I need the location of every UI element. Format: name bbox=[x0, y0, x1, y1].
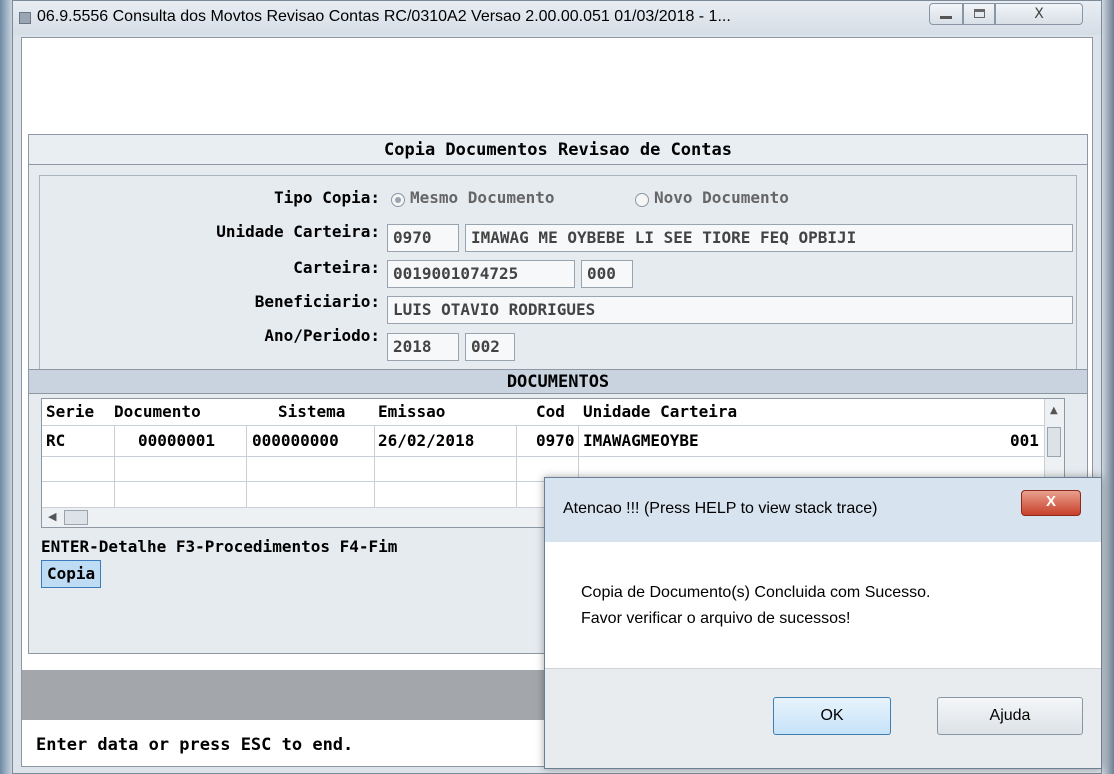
alert-dialog: Atencao !!! (Press HELP to view stack tr… bbox=[544, 477, 1102, 769]
copia-button[interactable]: Copia bbox=[41, 560, 102, 588]
desktop-background-left bbox=[0, 0, 12, 774]
dialog-close-button[interactable]: X bbox=[1021, 490, 1081, 516]
app-icon bbox=[19, 12, 31, 24]
cell-sistema: 000000000 bbox=[252, 431, 339, 450]
cell-extra: 001 bbox=[1010, 431, 1039, 450]
frame-title: Copia Documentos Revisao de Contas bbox=[29, 135, 1087, 165]
dialog-title-bar: Atencao !!! (Press HELP to view stack tr… bbox=[545, 478, 1101, 542]
form-panel: Tipo Copia: Mesmo Documento Novo Documen… bbox=[39, 175, 1077, 371]
unidade-carteira-name-field[interactable]: IMAWAG ME OYBEBE LI SEE TIORE FEQ OPBIJI bbox=[465, 224, 1073, 252]
close-button[interactable]: X bbox=[995, 3, 1083, 25]
cell-serie: RC bbox=[46, 431, 66, 450]
radio-novo-documento[interactable] bbox=[635, 193, 649, 207]
ano-field[interactable]: 2018 bbox=[387, 333, 459, 361]
cell-documento: 00000001 bbox=[138, 431, 216, 450]
col-divider bbox=[246, 425, 247, 507]
beneficiario-label: Beneficiario: bbox=[254, 292, 380, 311]
maximize-icon bbox=[974, 9, 985, 18]
carteira-label: Carteira: bbox=[293, 258, 380, 277]
unidade-carteira-label: Unidade Carteira: bbox=[216, 222, 380, 241]
ok-button[interactable]: OK bbox=[773, 697, 891, 735]
desktop-background-right bbox=[1102, 0, 1114, 774]
dialog-message-line2: Favor verificar o arquivo de sucessos! bbox=[581, 610, 851, 627]
scroll-h-thumb[interactable] bbox=[64, 510, 88, 525]
minimize-button[interactable] bbox=[929, 3, 963, 25]
cell-unidade: IMAWAGMEOYBE bbox=[583, 431, 699, 450]
periodo-field[interactable]: 002 bbox=[465, 333, 515, 361]
col-divider bbox=[114, 425, 115, 507]
carteira-field[interactable]: 0019001074725 bbox=[387, 260, 575, 288]
status-message: Enter data or press ESC to end. bbox=[36, 735, 354, 755]
col-unidade-carteira[interactable]: Unidade Carteira bbox=[583, 399, 737, 425]
table-row[interactable]: RC 00000001 000000000 26/02/2018 0970 IM… bbox=[42, 426, 1044, 456]
col-divider bbox=[516, 425, 517, 507]
radio-mesmo-documento[interactable] bbox=[391, 193, 405, 207]
dialog-footer: OK Ajuda bbox=[545, 668, 1101, 768]
col-cod[interactable]: Cod bbox=[536, 399, 565, 425]
col-divider bbox=[374, 425, 375, 507]
tipo-copia-label: Tipo Copia: bbox=[274, 188, 380, 207]
key-hint: ENTER-Detalhe F3-Procedimentos F4-Fim bbox=[41, 537, 398, 556]
col-documento[interactable]: Documento bbox=[114, 399, 201, 425]
col-serie[interactable]: Serie bbox=[46, 399, 94, 425]
row-divider bbox=[42, 456, 1044, 457]
beneficiario-field[interactable]: LUIS OTAVIO RODRIGUES bbox=[387, 296, 1073, 324]
scroll-thumb[interactable] bbox=[1047, 427, 1061, 457]
cell-cod: 0970 bbox=[536, 431, 575, 450]
help-button[interactable]: Ajuda bbox=[937, 697, 1083, 735]
maximize-button[interactable] bbox=[963, 3, 995, 25]
unidade-carteira-code-field[interactable]: 0970 bbox=[387, 224, 459, 252]
col-sistema[interactable]: Sistema bbox=[278, 399, 345, 425]
documentos-header: DOCUMENTOS bbox=[29, 370, 1087, 394]
scroll-up-icon[interactable]: ▲ bbox=[1050, 405, 1058, 416]
window-title: 06.9.5556 Consulta dos Movtos Revisao Co… bbox=[37, 8, 731, 25]
title-bar: 06.9.5556 Consulta dos Movtos Revisao Co… bbox=[13, 1, 1101, 35]
col-emissao[interactable]: Emissao bbox=[378, 399, 445, 425]
cell-emissao: 26/02/2018 bbox=[378, 431, 475, 450]
dialog-message-line1: Copia de Documento(s) Concluida com Suce… bbox=[581, 584, 931, 601]
radio-novo-documento-label: Novo Documento bbox=[654, 188, 789, 207]
scroll-left-icon[interactable]: ◀ bbox=[48, 510, 56, 523]
radio-mesmo-documento-label: Mesmo Documento bbox=[410, 188, 555, 207]
carteira-suffix-field[interactable]: 000 bbox=[581, 260, 633, 288]
dialog-title: Atencao !!! (Press HELP to view stack tr… bbox=[563, 500, 878, 517]
minimize-icon bbox=[940, 16, 952, 19]
ano-periodo-label: Ano/Periodo: bbox=[264, 326, 380, 345]
